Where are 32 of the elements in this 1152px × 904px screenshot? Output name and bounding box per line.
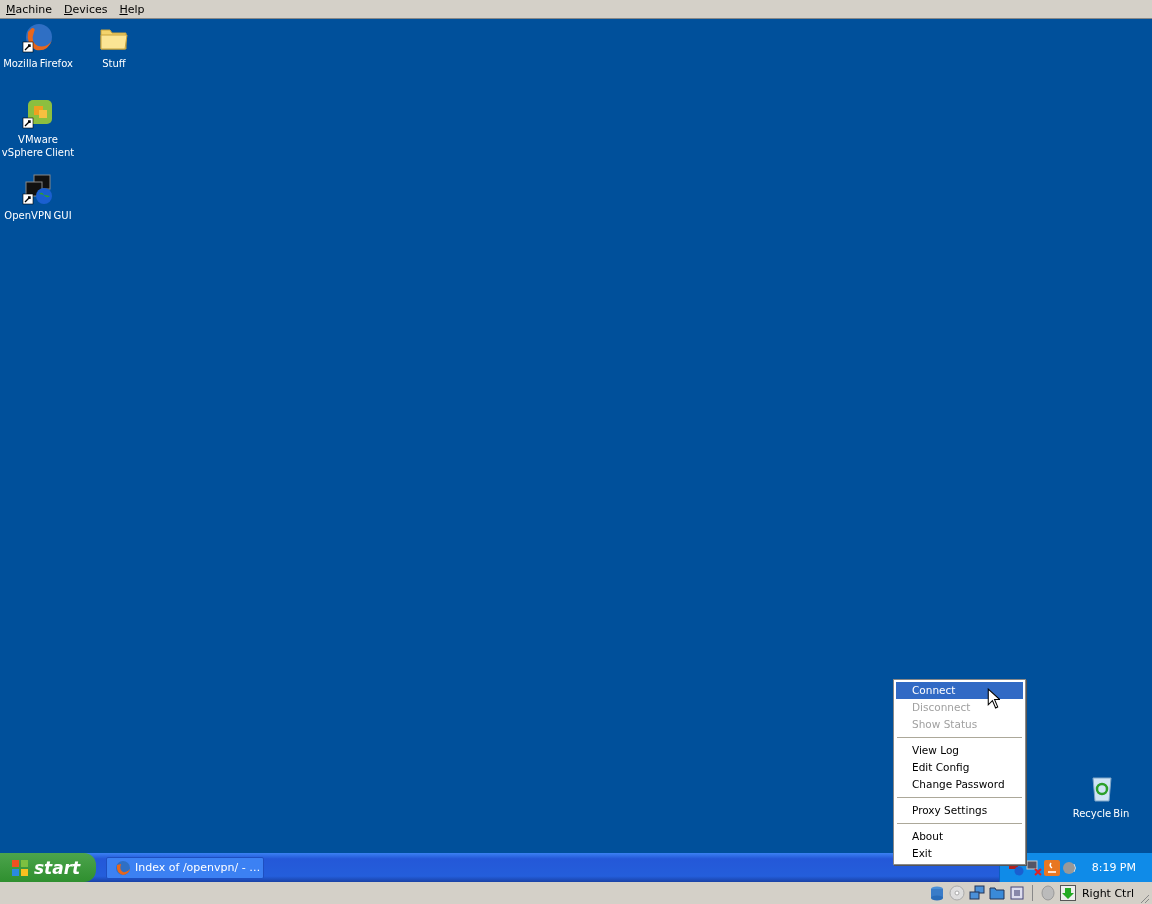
disk-icon[interactable] [928, 885, 945, 901]
menu-item[interactable]: Help [119, 2, 145, 16]
resize-grip-icon[interactable] [1138, 892, 1150, 904]
clock: 8:19 PM [1091, 861, 1136, 874]
icon-label[interactable]: VMware vSphere Client [0, 133, 76, 159]
icon-label[interactable]: OpenVPN GUI [0, 209, 76, 222]
java-icon[interactable] [1043, 859, 1060, 876]
folder-icon[interactable] [988, 885, 1005, 901]
chip-icon[interactable] [1008, 885, 1025, 901]
menu-item[interactable]: Change Password [896, 776, 1023, 793]
menu-item[interactable]: Devices [64, 2, 108, 16]
windows-flag-icon [10, 857, 30, 878]
menu-item[interactable]: Edit Config [896, 759, 1023, 776]
down-arrow-icon[interactable] [1059, 885, 1076, 901]
menu-item[interactable]: Proxy Settings [896, 802, 1023, 819]
network-error-icon[interactable] [1025, 859, 1042, 876]
mouse-pointer-icon [987, 688, 1000, 709]
start-button[interactable]: start [0, 853, 96, 882]
menu-item[interactable]: Connect [896, 682, 1023, 699]
icon-label[interactable]: Recycle Bin [1063, 807, 1139, 820]
taskbar-button[interactable]: Index of /openvpn/ - … [106, 856, 264, 879]
host-key-label: Right Ctrl [1081, 886, 1134, 900]
menu-item[interactable]: Exit [896, 845, 1023, 862]
network-icon[interactable] [968, 885, 985, 901]
globe-icon[interactable] [22, 22, 54, 54]
squares-icon[interactable] [22, 98, 54, 130]
icon-label[interactable]: Stuff [76, 57, 152, 70]
icon-label[interactable]: Mozilla Firefox [0, 57, 76, 70]
menu-item[interactable]: About [896, 828, 1023, 845]
menu-item[interactable]: Machine [6, 2, 53, 16]
menu-item[interactable]: View Log [896, 742, 1023, 759]
globe-icon [115, 859, 131, 876]
